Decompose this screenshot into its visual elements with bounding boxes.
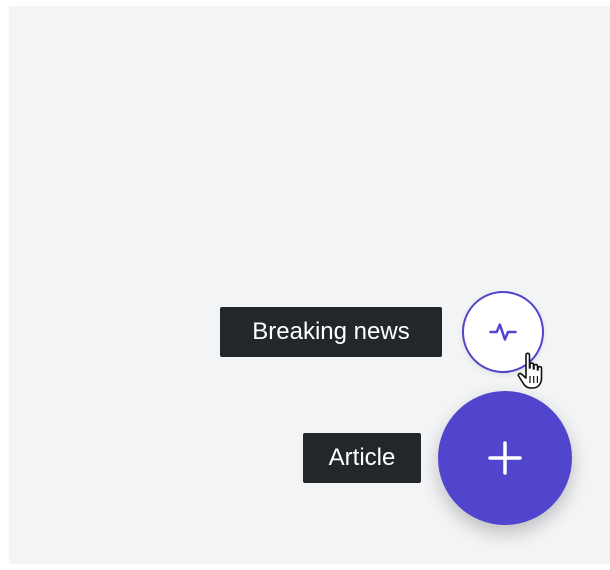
breaking-news-tooltip: Breaking news [220,307,442,357]
breaking-news-tooltip-label: Breaking news [252,318,410,345]
page-canvas: Breaking news Article [9,6,610,564]
speed-dial-main-button[interactable] [438,391,572,525]
hand-pointer-icon [517,352,543,389]
plus-icon [488,441,522,475]
activity-pulse-icon [489,323,517,341]
article-tooltip: Article [303,433,421,483]
article-tooltip-label: Article [328,444,396,471]
